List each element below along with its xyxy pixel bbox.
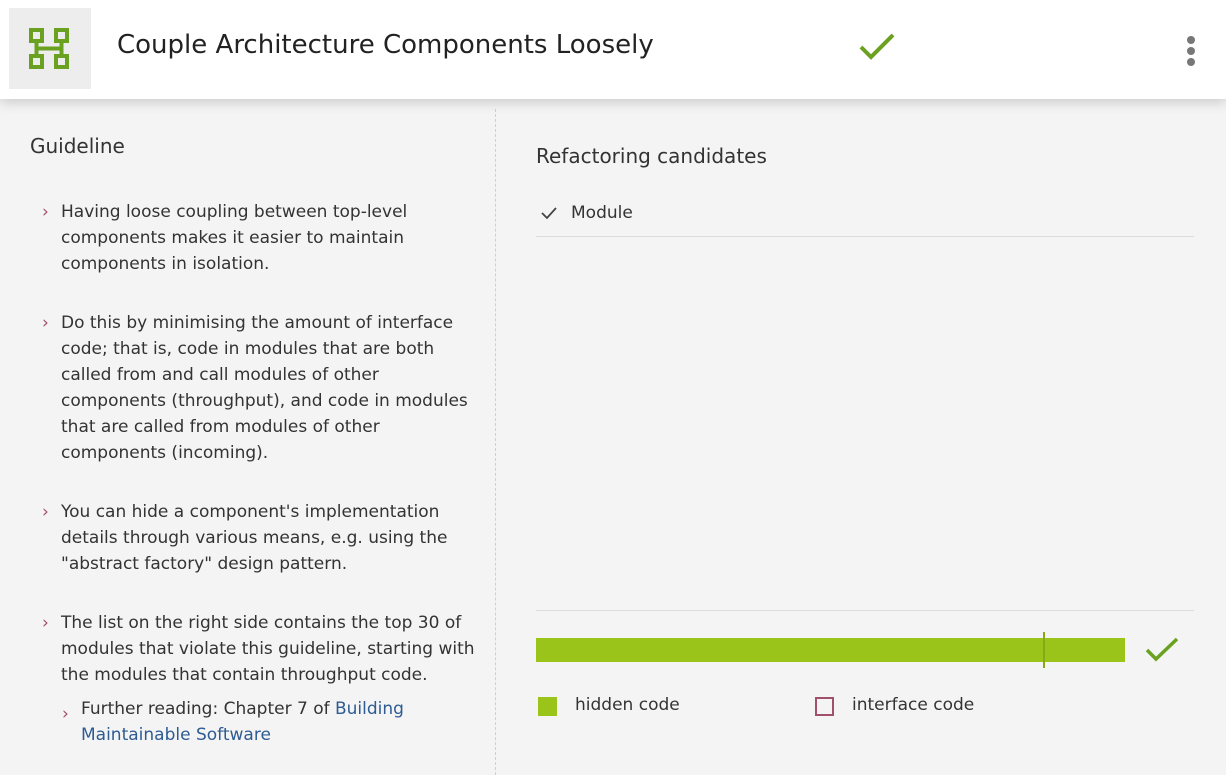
module-column-label: Module <box>571 203 633 223</box>
legend-swatch <box>538 697 557 716</box>
divider <box>536 610 1194 611</box>
legend-label: hidden code <box>575 695 680 715</box>
guideline-item: › You can hide a component's implementat… <box>40 499 480 577</box>
threshold-marker <box>1043 632 1045 668</box>
code-distribution-bar <box>536 632 1125 668</box>
refactoring-heading: Refactoring candidates <box>536 144 767 168</box>
guideline-list: › Having loose coupling between top-leve… <box>40 199 480 721</box>
column-divider <box>495 109 496 775</box>
chevron-right-icon: › <box>42 613 49 633</box>
page-title: Couple Architecture Components Loosely <box>117 30 654 60</box>
check-icon <box>541 207 557 220</box>
module-column-header[interactable]: Module <box>536 195 1194 237</box>
logo-tile <box>9 8 91 89</box>
guideline-item: › Having loose coupling between top-leve… <box>40 199 480 277</box>
guideline-item-text: You can hide a component's implementatio… <box>61 502 448 574</box>
check-icon <box>859 33 895 60</box>
chevron-right-icon: › <box>42 202 49 222</box>
more-vertical-icon[interactable] <box>1180 36 1202 66</box>
guideline-item: › Do this by minimising the amount of in… <box>40 310 480 466</box>
hidden-code-fill <box>536 638 1125 662</box>
guideline-heading: Guideline <box>30 134 125 158</box>
chevron-right-icon: › <box>62 704 69 724</box>
legend-label: interface code <box>852 695 975 715</box>
legend-swatch <box>815 697 834 716</box>
guideline-item-text: Do this by minimising the amount of inte… <box>61 313 468 463</box>
guideline-item-text: Having loose coupling between top-level … <box>61 202 408 274</box>
chevron-right-icon: › <box>42 313 49 333</box>
check-icon <box>1145 637 1179 662</box>
components-icon <box>29 28 69 69</box>
main-content: Guideline › Having loose coupling betwee… <box>0 99 1226 775</box>
further-reading-prefix: Further reading: Chapter 7 of <box>81 699 335 719</box>
guideline-item-text: The list on the right side contains the … <box>61 613 475 685</box>
chevron-right-icon: › <box>42 502 49 522</box>
guideline-item: › The list on the right side contains th… <box>40 610 480 688</box>
further-reading: › Further reading: Chapter 7 of Building… <box>60 696 460 748</box>
top-header: Couple Architecture Components Loosely <box>0 0 1226 99</box>
